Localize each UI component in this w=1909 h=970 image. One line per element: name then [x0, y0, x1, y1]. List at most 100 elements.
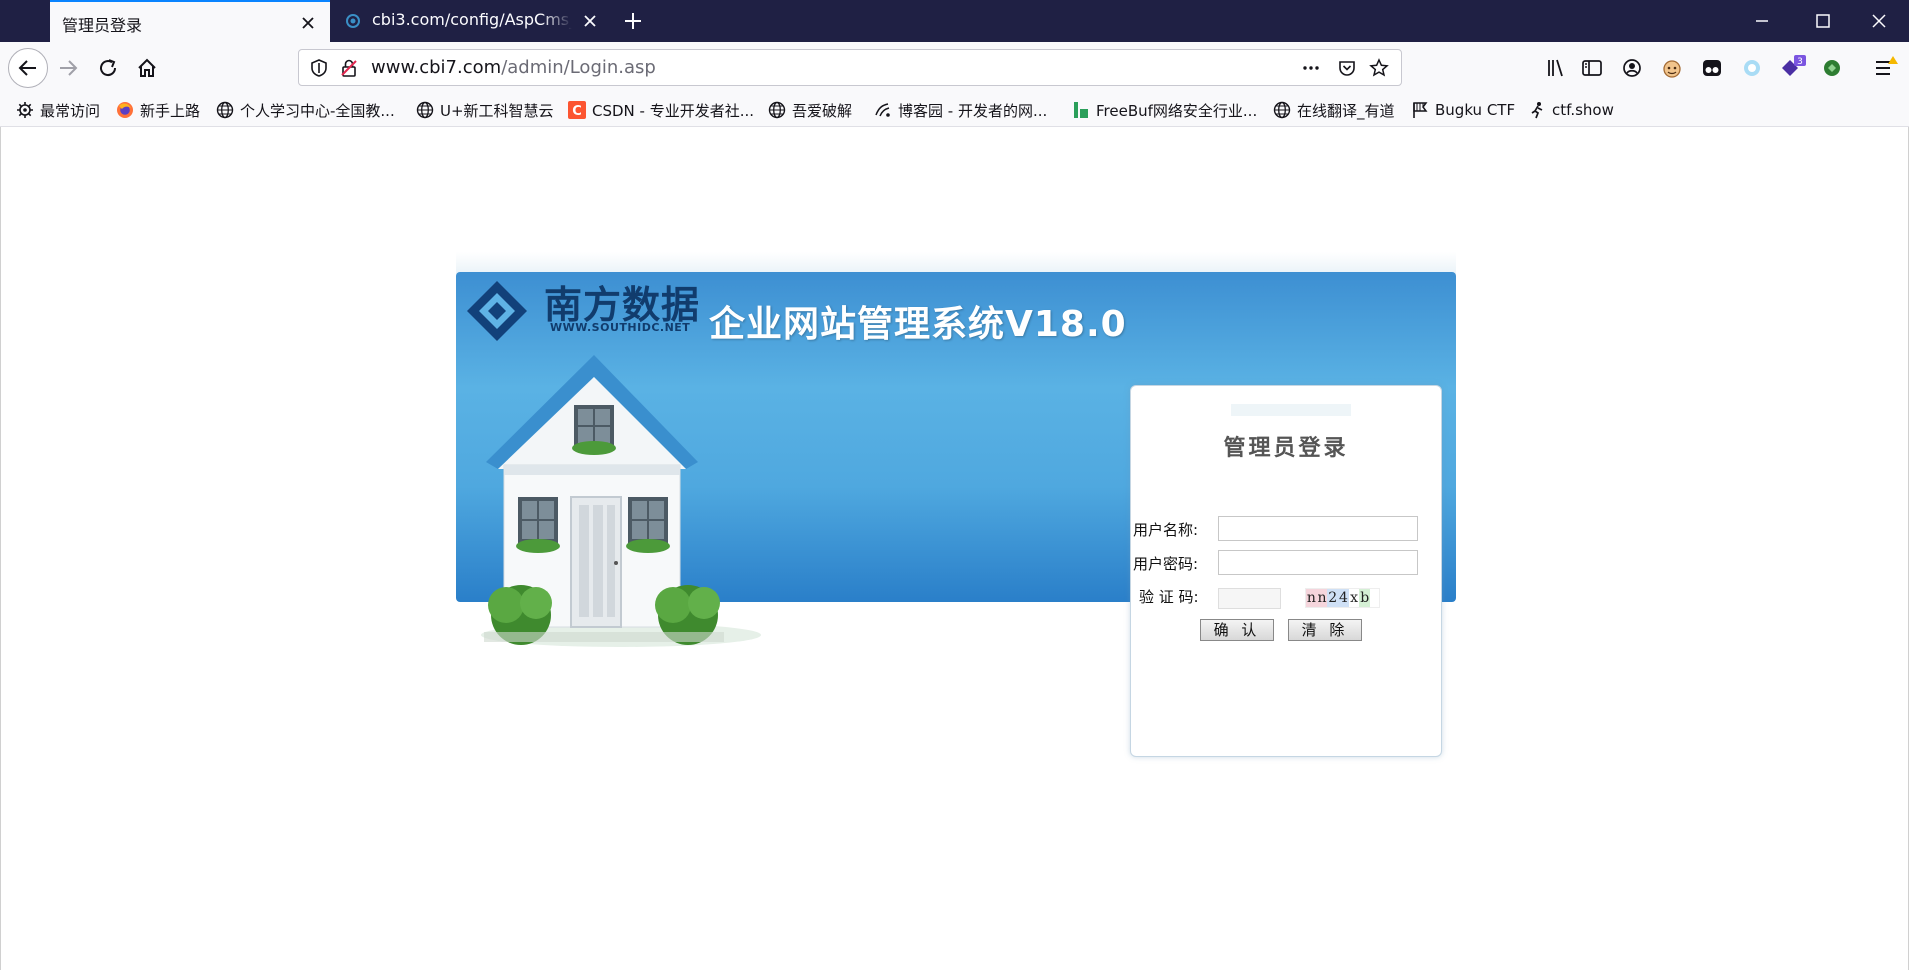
cnblogs-icon — [875, 103, 890, 117]
url-path: /admin/Login.asp — [501, 57, 656, 78]
firefox-icon — [117, 102, 133, 118]
gear-icon — [17, 102, 33, 118]
close-tab-icon[interactable] — [580, 11, 600, 31]
house-illustration — [481, 355, 761, 647]
reload-icon — [100, 59, 117, 77]
bookmark-label: U+新工科智慧云 — [440, 101, 554, 120]
captcha-char: b — [1359, 589, 1371, 607]
close-window-icon[interactable] — [1866, 8, 1892, 34]
new-tab-icon[interactable] — [620, 8, 646, 34]
tracking-protection-shield-icon[interactable] — [309, 58, 329, 78]
freebuf-icon — [1074, 102, 1088, 118]
captcha-input[interactable] — [1218, 588, 1281, 609]
runner-icon — [1531, 102, 1543, 119]
login-title: 管理员登录 — [1223, 436, 1349, 461]
reload-button[interactable] — [92, 52, 124, 84]
captcha-image[interactable]: n n 2 4 x b — [1305, 588, 1380, 608]
tab-title: cbi3.com/config/AspCms_Cc — [372, 10, 572, 29]
back-arrow-icon — [18, 60, 36, 76]
bookmark-label: ctf.show — [1552, 101, 1614, 119]
csdn-icon: C — [568, 101, 586, 119]
bookmark-getting-started[interactable]: 新手上路 — [116, 100, 200, 120]
bookmark-label: Bugku CTF — [1435, 101, 1516, 119]
bookmark-uplus[interactable]: U+新工科智慧云 — [416, 100, 554, 120]
home-button[interactable] — [131, 52, 163, 84]
home-icon — [138, 58, 156, 77]
extension-ring-icon[interactable] — [1736, 52, 1768, 84]
password-input[interactable] — [1218, 550, 1418, 575]
bookmark-label: FreeBuf网络安全行业... — [1096, 101, 1258, 120]
forward-arrow-icon — [60, 60, 78, 76]
svg-text:C: C — [572, 104, 582, 119]
globe-icon — [416, 101, 434, 119]
more-actions-icon[interactable] — [1301, 58, 1321, 78]
flag-icon — [1413, 102, 1428, 118]
tab-strip: 管理员登录 cbi3.com/config/AspCms_Cc — [0, 0, 1909, 42]
bookmark-csdn[interactable]: C CSDN - 专业开发者社... — [568, 100, 754, 120]
back-button[interactable] — [8, 48, 48, 88]
username-label: 用户名称: — [1133, 521, 1199, 539]
bookmark-label: 新手上路 — [140, 101, 201, 120]
captcha-char: n — [1306, 589, 1317, 607]
bookmark-bugku[interactable]: Bugku CTF — [1411, 100, 1515, 120]
bookmarks-toolbar: 最常访问 新手上路 个人学习中心-全国教... U+新工科智慧云 C CSDN … — [0, 92, 1909, 127]
confirm-button[interactable]: 确 认 — [1200, 619, 1274, 641]
bookmark-label: 最常访问 — [40, 101, 101, 120]
sidebar-icon[interactable] — [1576, 52, 1608, 84]
extension-badge: 3 — [1797, 57, 1803, 67]
bookmark-ctfshow[interactable]: ctf.show — [1528, 100, 1614, 120]
captcha-char: 2 — [1327, 589, 1339, 607]
bookmark-label: 吾爱破解 — [792, 101, 853, 120]
url-bar[interactable]: www.cbi7.com/admin/Login.asp — [298, 49, 1402, 86]
pocket-icon[interactable] — [1337, 58, 1357, 78]
extension-green-icon[interactable] — [1816, 52, 1848, 84]
bookmark-youdao[interactable]: 在线翻译_有道 — [1273, 100, 1395, 120]
site-favicon-icon — [346, 14, 360, 28]
bookmark-label: CSDN - 专业开发者社... — [592, 101, 755, 120]
minimize-icon[interactable] — [1749, 8, 1775, 34]
globe-icon — [216, 101, 234, 119]
tampermonkey-face-icon[interactable] — [1656, 52, 1688, 84]
forward-button[interactable] — [52, 52, 84, 84]
close-tab-icon[interactable] — [298, 13, 318, 33]
bookmark-label: 在线翻译_有道 — [1297, 101, 1395, 120]
browser-window: 管理员登录 cbi3.com/config/AspCms_Cc ww — [0, 0, 1909, 970]
tab-admin-login[interactable]: 管理员登录 — [50, 0, 330, 42]
panel-decoration — [1231, 404, 1351, 416]
bookmark-learning-center[interactable]: 个人学习中心-全国教... — [216, 100, 395, 120]
globe-icon — [768, 101, 786, 119]
system-title: 企业网站管理系统V18.0 — [709, 304, 1127, 345]
navigation-bar: www.cbi7.com/admin/Login.asp 3 — [0, 42, 1909, 92]
southidc-logo-icon — [467, 281, 527, 341]
bookmark-label: 个人学习中心-全国教... — [240, 101, 395, 120]
captcha-char: 4 — [1338, 589, 1349, 607]
menu-icon[interactable] — [1868, 52, 1900, 84]
captcha-char: n — [1316, 589, 1328, 607]
password-label: 用户密码: — [1133, 555, 1199, 573]
globe-icon — [1273, 101, 1291, 119]
library-icon[interactable] — [1540, 52, 1572, 84]
bookmark-cnblogs[interactable]: 博客园 - 开发者的网... — [874, 100, 1047, 120]
maximize-icon[interactable] — [1810, 8, 1836, 34]
banner-top-strip — [456, 252, 1456, 274]
tab-config-page[interactable]: cbi3.com/config/AspCms_Cc — [330, 0, 612, 42]
captcha-char: x — [1348, 589, 1360, 607]
url-text[interactable]: www.cbi7.com/admin/Login.asp — [371, 57, 656, 78]
tab-title: 管理员登录 — [62, 16, 143, 35]
login-panel: 管理员登录 用户名称: 用户密码: 验 证 码: n n 2 4 x b 确 认… — [1130, 385, 1442, 757]
bookmark-label: 博客园 - 开发者的网... — [898, 101, 1048, 120]
bookmark-52pojie[interactable]: 吾爱破解 — [768, 100, 852, 120]
page-content: 南方数据 WWW.SOUTHIDC.NET 企业网站管理系统V18.0 管理员登… — [0, 127, 1909, 970]
brand-name-en: WWW.SOUTHIDC.NET — [550, 321, 691, 334]
username-input[interactable] — [1218, 516, 1418, 541]
bookmark-most-visited[interactable]: 最常访问 — [16, 100, 100, 120]
url-host: www.cbi7.com — [371, 57, 502, 78]
captcha-label: 验 证 码: — [1139, 588, 1199, 606]
tampermonkey-icon[interactable] — [1696, 52, 1728, 84]
extension-diamond-icon[interactable]: 3 — [1776, 52, 1808, 84]
bookmark-star-icon[interactable] — [1369, 58, 1389, 78]
bookmark-freebuf[interactable]: FreeBuf网络安全行业... — [1072, 100, 1257, 120]
clear-button[interactable]: 清 除 — [1288, 619, 1362, 641]
insecure-connection-icon[interactable] — [339, 58, 359, 78]
account-icon[interactable] — [1616, 52, 1648, 84]
